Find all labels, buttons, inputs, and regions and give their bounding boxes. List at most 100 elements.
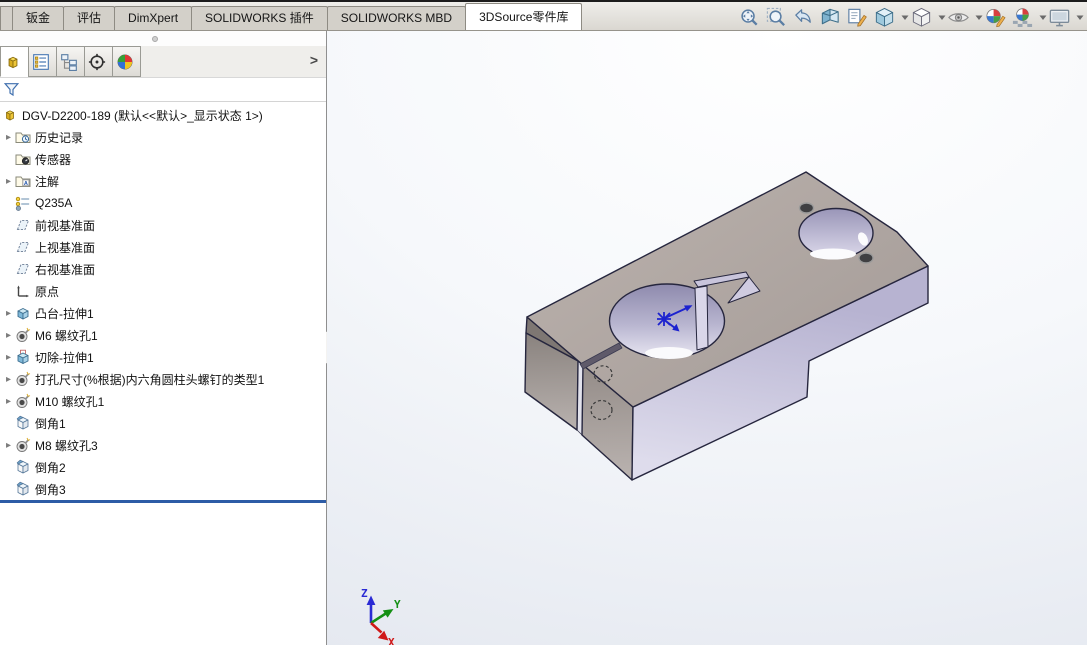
tree-item[interactable]: 传感器 [0, 148, 326, 170]
section-view-button[interactable] [819, 5, 846, 31]
display-style-button[interactable] [910, 5, 937, 31]
tree-item[interactable]: ▸ M10 螺纹孔1 [0, 390, 326, 412]
expand-arrow-icon[interactable]: ▸ [2, 440, 15, 451]
ribbon-tab[interactable]: 钣金 [12, 6, 65, 30]
model-part[interactable] [524, 171, 929, 481]
panel-horizontal-splitter[interactable] [0, 31, 326, 46]
secondary-bore-bottom-light [810, 248, 856, 260]
view-orientation-button[interactable] [873, 5, 900, 31]
zoom-to-fit-icon [738, 6, 761, 29]
splitter-grip-dot [152, 36, 158, 42]
manager-tab-featuremanager-design-tree[interactable] [0, 46, 29, 77]
screw-hole[interactable] [858, 252, 874, 264]
plane-icon [15, 239, 31, 255]
tree-item[interactable]: ▸ 历史记录 [0, 126, 326, 148]
tree-item-label: 历史记录 [35, 130, 84, 145]
annotations-folder-icon: A [15, 173, 31, 189]
tree-item[interactable]: Q235A [0, 192, 326, 214]
tree-item-label: 倒角3 [35, 482, 66, 497]
apply-scene-icon [1011, 6, 1034, 29]
rollback-bar[interactable] [0, 500, 326, 503]
tree-item-label: M8 螺纹孔3 [35, 438, 98, 453]
tree-item-label: 前视基准面 [35, 218, 96, 233]
bore-bottom-light [645, 347, 693, 359]
tree-item[interactable]: ▸ 凸台-拉伸1 [0, 302, 326, 324]
ribbon-tab[interactable]: DimXpert [114, 6, 193, 30]
zoom-to-fit-button[interactable] [738, 5, 765, 31]
filter-funnel-icon [3, 81, 20, 98]
bore-slot-wall [694, 285, 709, 351]
svg-text:A: A [24, 181, 28, 187]
boss-extrude-icon [15, 305, 31, 321]
display-style-dropdown-arrow[interactable] [937, 5, 947, 31]
x-axis-label: X [388, 636, 395, 645]
orientation-triad: Z Y X [361, 587, 401, 645]
graphics-viewport[interactable]: Z Y X [327, 31, 1087, 645]
mgr-property-icon [32, 53, 50, 71]
view-orientation-dropdown-arrow[interactable] [900, 5, 910, 31]
mgr-config-icon [60, 53, 78, 71]
tree-item-label: 凸台-拉伸1 [35, 306, 94, 321]
tree-item[interactable]: 倒角3 [0, 478, 326, 500]
view-settings-icon [1048, 6, 1071, 29]
tree-item[interactable]: ▸ A 注解 [0, 170, 326, 192]
ribbon-tab[interactable]: 3DSource零件库 [465, 3, 583, 30]
tree-item-label: 右视基准面 [35, 262, 96, 277]
ribbon-tab[interactable]: SOLIDWORKS MBD [326, 6, 467, 30]
sensors-folder-icon [15, 151, 31, 167]
zoom-to-area-button[interactable] [765, 5, 792, 31]
manager-tab-displaymanager[interactable] [112, 46, 141, 77]
history-folder-icon [15, 129, 31, 145]
tree-item[interactable]: ▸ M6 螺纹孔1 [0, 324, 326, 346]
expand-arrow-icon[interactable]: ▸ [2, 374, 15, 385]
tree-item[interactable]: ▸ 打孔尺寸(%根据)内六角圆柱头螺钉的类型1 [0, 368, 326, 390]
expand-arrow-icon[interactable]: ▸ [2, 176, 15, 187]
tree-root-item[interactable]: DGV-D2200-189 (默认<<默认>_显示状态 1>) [0, 104, 326, 126]
hide-show-items-button[interactable] [947, 5, 974, 31]
plane-icon [15, 261, 31, 277]
tree-item[interactable]: ▸ 切除-拉伸1 [0, 346, 326, 368]
tree-item[interactable]: 原点 [0, 280, 326, 302]
ribbon-tab[interactable]: SOLIDWORKS 插件 [191, 6, 328, 30]
panel-collapse-chevron[interactable]: > [310, 52, 318, 68]
tree-item[interactable]: 倒角1 [0, 412, 326, 434]
manager-tab-propertymanager[interactable] [28, 46, 57, 77]
tree-item-label: 上视基准面 [35, 240, 96, 255]
tapped-hole-icon [15, 437, 31, 453]
annotation-view-button[interactable] [846, 5, 873, 31]
tree-item[interactable]: 倒角2 [0, 456, 326, 478]
ribbon-tabs: 钣金 评估 DimXpert SOLIDWORKS 插件 SOLIDWORKS MBD 3… [0, 3, 583, 30]
chamfer-icon [15, 459, 31, 475]
previous-view-button[interactable] [792, 5, 819, 31]
apply-scene-button[interactable] [1011, 5, 1038, 31]
view-settings-dropdown-arrow[interactable] [1075, 5, 1085, 31]
z-axis-label: Z [361, 587, 368, 600]
ribbon-tab[interactable]: 评估 [63, 6, 116, 30]
expand-arrow-icon[interactable]: ▸ [2, 352, 15, 363]
expand-arrow-icon[interactable]: ▸ [2, 308, 15, 319]
manager-tab-dimxpertmanager[interactable] [84, 46, 113, 77]
expand-arrow-icon[interactable]: ▸ [2, 330, 15, 341]
tapped-hole-icon [15, 393, 31, 409]
screw-hole[interactable] [798, 202, 815, 214]
tree-item[interactable]: 前视基准面 [0, 214, 326, 236]
hide-show-items-dropdown-arrow[interactable] [974, 5, 984, 31]
tree-item-label: 注解 [35, 174, 60, 189]
tree-item-label: Q235A [35, 196, 73, 210]
manager-tab-configurationmanager[interactable] [56, 46, 85, 77]
expand-arrow-icon[interactable]: ▸ [2, 396, 15, 407]
cut-extrude-icon [15, 349, 31, 365]
expand-arrow-icon[interactable]: ▸ [2, 132, 15, 143]
tree-item[interactable]: 上视基准面 [0, 236, 326, 258]
tapped-hole-icon [15, 327, 31, 343]
tree-filter-row[interactable] [0, 78, 326, 102]
mgr-dimxpert-icon [88, 53, 106, 71]
tree-item-label: 传感器 [35, 152, 72, 167]
feature-tree: DGV-D2200-189 (默认<<默认>_显示状态 1>) ▸ 历史记录传感器 ▸… [0, 102, 326, 500]
apply-scene-dropdown-arrow[interactable] [1038, 5, 1048, 31]
tree-item[interactable]: ▸ M8 螺纹孔3 [0, 434, 326, 456]
view-settings-button[interactable] [1048, 5, 1075, 31]
edit-appearance-button[interactable] [984, 5, 1011, 31]
tree-item-label: 切除-拉伸1 [35, 350, 94, 365]
tree-item[interactable]: 右视基准面 [0, 258, 326, 280]
